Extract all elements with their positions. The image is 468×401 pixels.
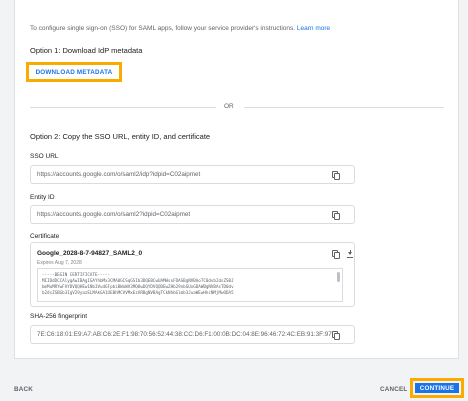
download-certificate-icon-base <box>347 257 353 258</box>
divider-left <box>30 107 216 108</box>
cancel-button[interactable]: CANCEL <box>380 386 407 393</box>
entity-id-label: Entity ID <box>30 194 55 201</box>
continue-button[interactable]: CONTINUE <box>415 383 459 393</box>
certificate-name: Google_2028-8-7-94827_SAML2_0 <box>37 250 143 257</box>
download-metadata-button[interactable]: DOWNLOAD METADATA <box>32 68 116 76</box>
entity-id-field[interactable]: https://accounts.google.com/o/saml2?idpi… <box>30 205 355 224</box>
certificate-expiry: Expires Aug 7, 2028 <box>37 260 82 266</box>
entity-id-value: https://accounts.google.com/o/saml2?idpi… <box>37 211 191 218</box>
copy-fingerprint-icon[interactable] <box>332 331 340 340</box>
certificate-scrollbar[interactable] <box>337 272 340 282</box>
footer-bar: BACK CANCEL CONTINUE <box>0 358 468 401</box>
fingerprint-field[interactable]: 7E:C6:18:01:E9:A7:AB:C6:2E:F1:98:70:56:5… <box>30 325 355 344</box>
continue-highlight: CONTINUE <box>410 378 464 398</box>
sso-url-label: SSO URL <box>30 153 59 160</box>
fingerprint-value: 7E:C6:18:01:E9:A7:AB:C6:2E:F1:98:70:56:5… <box>37 331 332 338</box>
divider-right <box>244 107 444 108</box>
learn-more-link[interactable]: Learn more <box>297 25 330 32</box>
copy-entity-id-icon[interactable] <box>332 211 340 220</box>
sso-url-field[interactable]: https://accounts.google.com/o/saml2/idp?… <box>30 165 355 184</box>
sso-url-value: https://accounts.google.com/o/saml2/idp?… <box>37 171 201 178</box>
fingerprint-label: SHA-256 fingerprint <box>30 313 88 320</box>
intro-text: To configure single sign-on (SSO) for SA… <box>30 25 330 32</box>
option1-title: Option 1: Download IdP metadata <box>30 46 143 55</box>
download-metadata-highlight: DOWNLOAD METADATA <box>26 62 122 82</box>
or-divider-text: OR <box>224 103 234 110</box>
saml-idp-details-card: To configure single sign-on (SSO) for SA… <box>14 0 459 359</box>
certificate-label: Certificate <box>30 233 60 240</box>
certificate-box: Google_2028-8-7-94827_SAML2_0 Expires Au… <box>30 242 355 307</box>
back-button[interactable]: BACK <box>14 386 33 393</box>
certificate-line: b2dsZSBGb3IgV29yazELMAkGA1UEBhMCVVMxEzAR… <box>42 290 234 295</box>
certificate-text-area[interactable]: -----BEGIN CERTIFICATE----- MIIDdDCCAlyg… <box>37 268 343 302</box>
download-certificate-icon[interactable] <box>347 250 353 257</box>
copy-certificate-icon[interactable] <box>332 250 340 259</box>
copy-sso-url-icon[interactable] <box>332 171 340 180</box>
option2-title: Option 2: Copy the SSO URL, entity ID, a… <box>30 132 211 141</box>
intro-description: To configure single sign-on (SSO) for SA… <box>30 25 296 32</box>
